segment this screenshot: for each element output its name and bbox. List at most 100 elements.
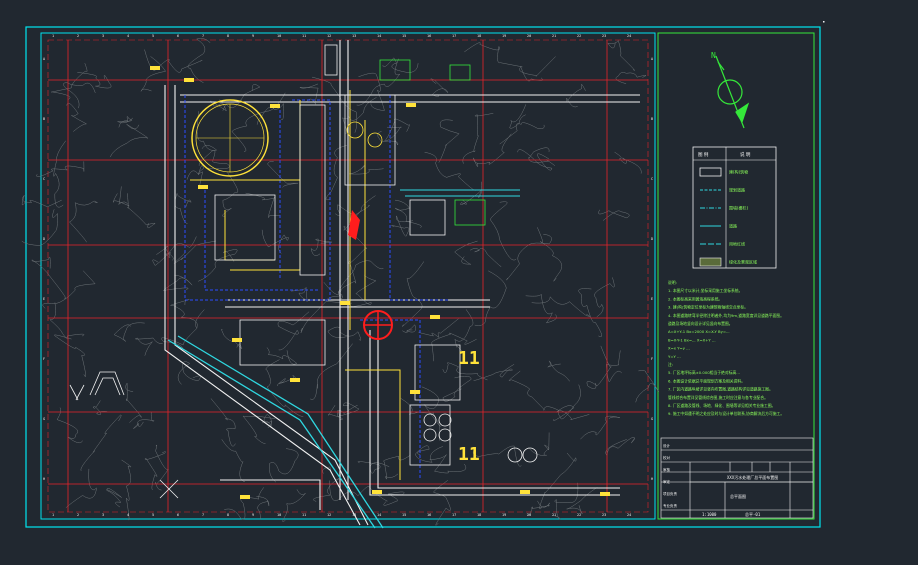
svg-text:11: 11: [458, 444, 480, 465]
svg-text:N: N: [711, 51, 716, 60]
grid-col-label: 21: [552, 513, 556, 517]
grid-row-label: E: [651, 297, 653, 301]
grid-col-label: 23: [602, 513, 606, 517]
grid-col-label: 10: [277, 513, 281, 517]
grid-col-label: 22: [577, 513, 581, 517]
grid-row-label: C: [43, 177, 45, 181]
grid-col-label: 15: [402, 34, 406, 38]
note-line: 9. 施工中如遇不明之处应及时与设计单位联系,协商解决后方可施工。: [668, 411, 784, 416]
model-space-background: [0, 0, 918, 565]
grid-row-label: G: [651, 417, 653, 421]
grid-col-label: 6: [177, 34, 179, 38]
grid-row-label: C: [651, 177, 653, 181]
grid-col-label: 14: [377, 513, 381, 517]
grid-col-label: 6: [177, 513, 179, 517]
grid-col-label: 17: [452, 34, 456, 38]
circular-clarifier[interactable]: [191, 99, 269, 177]
note-line: 道路及场地竖向设计详见竖向布置图。: [668, 321, 733, 326]
legend-label: 绿化及景观区域: [729, 259, 757, 265]
note-line: X=x Y=y ...: [668, 346, 690, 351]
legend-label: 用地红线: [729, 241, 745, 247]
building-tag: [520, 490, 530, 494]
title-block-row-label: 审定: [663, 479, 671, 484]
grid-col-label: 2: [77, 34, 79, 38]
note-line: 8. 厂区道路及管线、场地、绿化、围墙等详见相关专业施工图。: [668, 403, 775, 408]
title-block-row-label: 专业负责: [663, 503, 677, 508]
building-tag: [340, 301, 350, 305]
grid-row-label: D: [43, 237, 45, 241]
grid-col-label: 16: [427, 513, 431, 517]
grid-col-label: 22: [577, 34, 581, 38]
grid-col-label: 19: [502, 513, 506, 517]
grid-col-label: 20: [527, 34, 531, 38]
grid-col-label: 23: [602, 34, 606, 38]
legend-header: 图 例: [698, 151, 709, 158]
building-tag: [410, 390, 420, 394]
grid-row-label: F: [43, 357, 45, 361]
grid-col-label: 4: [127, 34, 129, 38]
project-name: XXX污水处理厂总平面布置图: [727, 474, 778, 480]
legend-label: 围墙(栅栏): [729, 205, 749, 211]
grid-col-label: 12: [327, 513, 331, 517]
note-line: 管线综合布置详见管线综合图,施工时应注意与各专业配合。: [668, 395, 768, 400]
grid-col-label: 2: [77, 513, 79, 517]
building-tag: [430, 315, 440, 319]
grid-col-label: 18: [477, 513, 481, 517]
grid-col-label: 4: [127, 513, 129, 517]
building-tag: [198, 185, 208, 189]
grid-row-label: H: [43, 477, 45, 481]
grid-col-label: 9: [252, 34, 254, 38]
grid-row-label: G: [43, 417, 45, 421]
grid-col-label: 17: [452, 513, 456, 517]
legend-label: 建(构)筑物: [729, 169, 748, 175]
grid-col-label: 7: [202, 513, 204, 517]
grid-row-label: E: [43, 297, 45, 301]
note-line: Y=Y ...: [668, 354, 681, 359]
note-line: 注:: [668, 362, 673, 367]
svg-text:11: 11: [458, 348, 480, 369]
grid-col-label: 15: [402, 513, 406, 517]
grid-col-label: 8: [227, 513, 229, 517]
sheet-number: 总平-01: [745, 511, 761, 517]
grid-col-label: 8: [227, 34, 229, 38]
grid-col-label: 11: [302, 34, 306, 38]
note-line: 3. 建(构)筑物定位坐标为建筑物轴线交点坐标。: [668, 305, 748, 310]
note-line: A=X+Y-1 Bx=2000 X=X-Y By=...: [668, 329, 730, 334]
building-tag: [372, 490, 382, 494]
grid-col-label: 14: [377, 34, 381, 38]
grid-col-label: 5: [152, 34, 154, 38]
cad-drawing-canvas[interactable]: 1122334455667788991010111112121313141415…: [0, 0, 918, 565]
building-tag: [184, 78, 194, 82]
grid-col-label: 9: [252, 513, 254, 517]
drawing-scale: 1:1000: [702, 512, 717, 517]
grid-row-label: D: [651, 237, 653, 241]
note-line: 2. 本图标高采用黄海高程系统。: [668, 296, 722, 301]
grid-col-label: 24: [627, 513, 631, 517]
legend-label: 道路: [729, 223, 737, 229]
title-block-row-label: 项目负责: [663, 491, 677, 496]
grid-col-label: 16: [427, 34, 431, 38]
title-block-row-label: 校对: [663, 455, 671, 460]
grid-col-label: 7: [202, 34, 204, 38]
grid-col-label: 5: [152, 513, 154, 517]
note-line: B=X-Y-1 Bx=... X=X+Y ...: [668, 337, 716, 342]
grid-row-label: F: [651, 357, 653, 361]
grid-row-label: B: [651, 117, 653, 121]
grid-col-label: 21: [552, 34, 556, 38]
title-block-row-label: 审核: [663, 467, 671, 472]
grid-col-label: 10: [277, 34, 281, 38]
note-line: 5. 厂区地坪标高±0.000相当于绝对标高...: [668, 370, 740, 375]
drawing-title: 总平面图: [730, 493, 746, 499]
building-tag: [270, 104, 280, 108]
legend-symbol: [699, 257, 722, 267]
building-tag: [290, 378, 300, 382]
note-line: 6. 本图设计依据总平面规划方案及相关资料。: [668, 378, 745, 383]
building-tag: [600, 492, 610, 496]
grid-col-label: 12: [327, 34, 331, 38]
building-tag: [150, 66, 160, 70]
building-tag: [232, 338, 242, 342]
grid-col-label: 11: [302, 513, 306, 517]
building-tag: [406, 103, 416, 107]
legend-label: 规划道路: [729, 187, 745, 193]
grid-col-label: 3: [102, 513, 104, 517]
